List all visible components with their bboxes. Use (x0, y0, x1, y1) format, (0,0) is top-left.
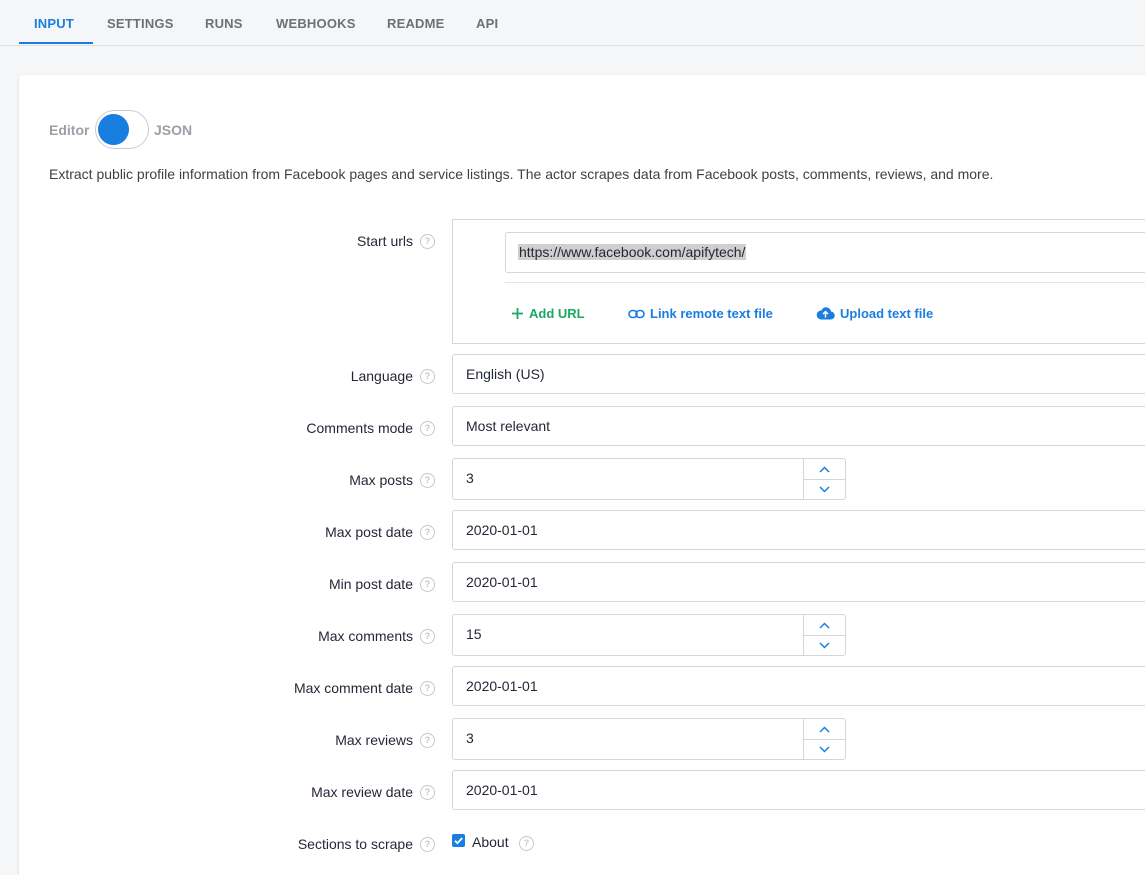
min-post-date-value: 2020-01-01 (466, 574, 538, 590)
chevron-down-icon (819, 485, 830, 493)
increment-button[interactable] (804, 615, 845, 636)
max-review-date-value: 2020-01-01 (466, 782, 538, 798)
max-comment-date-value: 2020-01-01 (466, 678, 538, 694)
comments-mode-label: Comments mode (306, 420, 413, 436)
max-posts-label: Max posts (349, 472, 413, 488)
help-icon[interactable]: ? (420, 733, 435, 748)
help-icon[interactable]: ? (420, 629, 435, 644)
comments-mode-select[interactable]: Most relevant (452, 406, 1145, 446)
help-icon[interactable]: ? (420, 837, 435, 852)
about-checkbox-label[interactable]: About (472, 834, 509, 850)
start-urls-panel: https://www.facebook.com/apifytech/ Add … (452, 219, 1145, 344)
help-icon[interactable]: ? (420, 421, 435, 436)
chevron-down-icon (819, 641, 830, 649)
tab-api[interactable]: API (476, 0, 498, 44)
max-post-date-value: 2020-01-01 (466, 522, 538, 538)
tab-readme[interactable]: README (387, 0, 445, 44)
add-url-button[interactable]: Add URL (511, 306, 585, 321)
help-icon[interactable]: ? (420, 681, 435, 696)
comments-mode-value: Most relevant (466, 418, 551, 434)
help-icon[interactable]: ? (420, 473, 435, 488)
link-remote-file-button[interactable]: Link remote text file (628, 306, 773, 321)
editor-json-toggle[interactable] (95, 110, 149, 149)
max-review-date-label: Max review date (311, 784, 413, 800)
number-stepper (803, 615, 845, 655)
increment-button[interactable] (804, 459, 845, 480)
tab-input[interactable]: INPUT (34, 0, 74, 44)
help-icon[interactable]: ? (420, 525, 435, 540)
language-label: Language (350, 368, 413, 384)
max-reviews-value: 3 (466, 730, 474, 746)
chevron-up-icon (819, 725, 830, 733)
max-post-date-label: Max post date (325, 524, 413, 540)
number-stepper (803, 459, 845, 499)
actor-description: Extract public profile information from … (49, 166, 994, 182)
decrement-button[interactable] (804, 479, 845, 499)
max-comments-input[interactable]: 15 (452, 614, 846, 656)
url-input[interactable]: https://www.facebook.com/apifytech/ (505, 232, 1145, 273)
checkmark-icon (454, 837, 463, 845)
decrement-button[interactable] (804, 739, 845, 759)
decrement-button[interactable] (804, 635, 845, 655)
tab-runs[interactable]: RUNS (205, 0, 243, 44)
link-icon (628, 309, 645, 319)
increment-button[interactable] (804, 719, 845, 740)
help-icon[interactable]: ? (420, 577, 435, 592)
max-comments-value: 15 (466, 626, 482, 642)
start-urls-label: Start urls (356, 233, 413, 249)
min-post-date-label: Min post date (328, 576, 413, 592)
help-icon[interactable]: ? (420, 234, 435, 249)
number-stepper (803, 719, 845, 759)
upload-label: Upload text file (840, 306, 934, 321)
language-value: English (US) (466, 366, 545, 382)
divider (505, 282, 1145, 283)
help-icon[interactable]: ? (519, 836, 534, 851)
sections-to-scrape-label: Sections to scrape (297, 836, 413, 852)
help-icon[interactable]: ? (420, 369, 435, 384)
url-value[interactable]: https://www.facebook.com/apifytech/ (518, 244, 747, 260)
max-review-date-input[interactable]: 2020-01-01 (452, 770, 1145, 810)
chevron-up-icon (819, 465, 830, 473)
editor-mode-label[interactable]: Editor (49, 122, 89, 138)
max-reviews-input[interactable]: 3 (452, 718, 846, 760)
max-posts-value: 3 (466, 470, 474, 486)
max-post-date-input[interactable]: 2020-01-01 (452, 510, 1145, 550)
plus-icon (511, 307, 524, 320)
chevron-down-icon (819, 745, 830, 753)
upload-text-file-button[interactable]: Upload text file (816, 306, 933, 321)
max-comment-date-input[interactable]: 2020-01-01 (452, 666, 1145, 706)
cloud-upload-icon (816, 307, 835, 320)
tab-bar: INPUT SETTINGS RUNS WEBHOOKS README API (0, 0, 1145, 46)
max-reviews-label: Max reviews (335, 732, 413, 748)
add-url-label: Add URL (529, 306, 585, 321)
max-comment-date-label: Max comment date (293, 680, 413, 696)
chevron-up-icon (819, 621, 830, 629)
tab-webhooks[interactable]: WEBHOOKS (276, 0, 356, 44)
active-tab-indicator (19, 42, 93, 44)
tab-settings[interactable]: SETTINGS (107, 0, 174, 44)
link-remote-label: Link remote text file (650, 306, 773, 321)
toggle-knob (98, 114, 129, 145)
json-mode-label[interactable]: JSON (154, 122, 192, 138)
language-select[interactable]: English (US) (452, 354, 1145, 394)
help-icon[interactable]: ? (420, 785, 435, 800)
min-post-date-input[interactable]: 2020-01-01 (452, 562, 1145, 602)
max-posts-input[interactable]: 3 (452, 458, 846, 500)
max-comments-label: Max comments (318, 628, 413, 644)
about-checkbox[interactable] (452, 834, 465, 847)
